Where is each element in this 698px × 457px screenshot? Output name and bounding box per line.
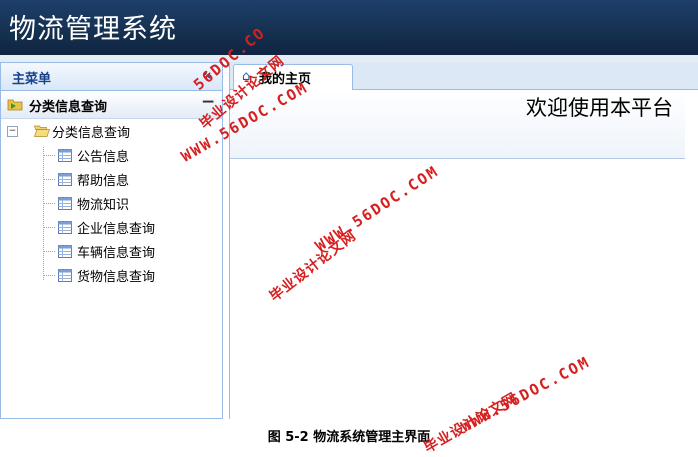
tree-item-knowledge[interactable]: 物流知识 bbox=[43, 193, 213, 215]
tree-item-label: 货物信息查询 bbox=[77, 266, 155, 285]
table-icon bbox=[58, 245, 72, 258]
tree-root-label: 分类信息查询 bbox=[52, 122, 130, 141]
figure-caption: 图 5-2 物流系统管理主界面 bbox=[0, 426, 698, 445]
sidebar-header: 主菜单 « bbox=[1, 63, 222, 91]
tree-collapse-icon[interactable]: − bbox=[7, 126, 18, 137]
table-icon bbox=[58, 149, 72, 162]
tree-item-company-query[interactable]: 企业信息查询 bbox=[43, 217, 213, 239]
tree-item-help[interactable]: 帮助信息 bbox=[43, 169, 213, 191]
accordion-label: 分类信息查询 bbox=[29, 96, 107, 115]
tree-item-label: 企业信息查询 bbox=[77, 218, 155, 237]
tree-item-label: 物流知识 bbox=[77, 194, 129, 213]
tree-root-node[interactable]: − 分类信息查询 bbox=[7, 121, 207, 143]
main-panel: ⌂ 我的主页 欢迎使用本平台 bbox=[229, 62, 698, 419]
folder-arrow-icon bbox=[7, 97, 23, 111]
table-icon bbox=[58, 197, 72, 210]
tree-item-goods-query[interactable]: 货物信息查询 bbox=[43, 265, 213, 287]
sidebar: 主菜单 « 分类信息查询 − − 分类信息查询 公告信息 帮助信息 物流知识 bbox=[0, 62, 223, 419]
sidebar-title: 主菜单 bbox=[12, 68, 51, 87]
tree-item-label: 帮助信息 bbox=[77, 170, 129, 189]
table-icon bbox=[58, 221, 72, 234]
table-icon bbox=[58, 173, 72, 186]
welcome-text: 欢迎使用本平台 bbox=[526, 92, 673, 122]
tree-item-label: 公告信息 bbox=[77, 146, 129, 165]
table-icon bbox=[58, 269, 72, 282]
accordion-header-category[interactable]: 分类信息查询 − bbox=[1, 91, 222, 119]
folder-open-icon bbox=[34, 124, 50, 137]
tree-item-label: 车辆信息查询 bbox=[77, 242, 155, 261]
app-header: 物流管理系统 bbox=[0, 0, 698, 55]
tree-item-vehicle-query[interactable]: 车辆信息查询 bbox=[43, 241, 213, 263]
frame-top-strip bbox=[0, 55, 698, 62]
app-title: 物流管理系统 bbox=[9, 7, 177, 46]
